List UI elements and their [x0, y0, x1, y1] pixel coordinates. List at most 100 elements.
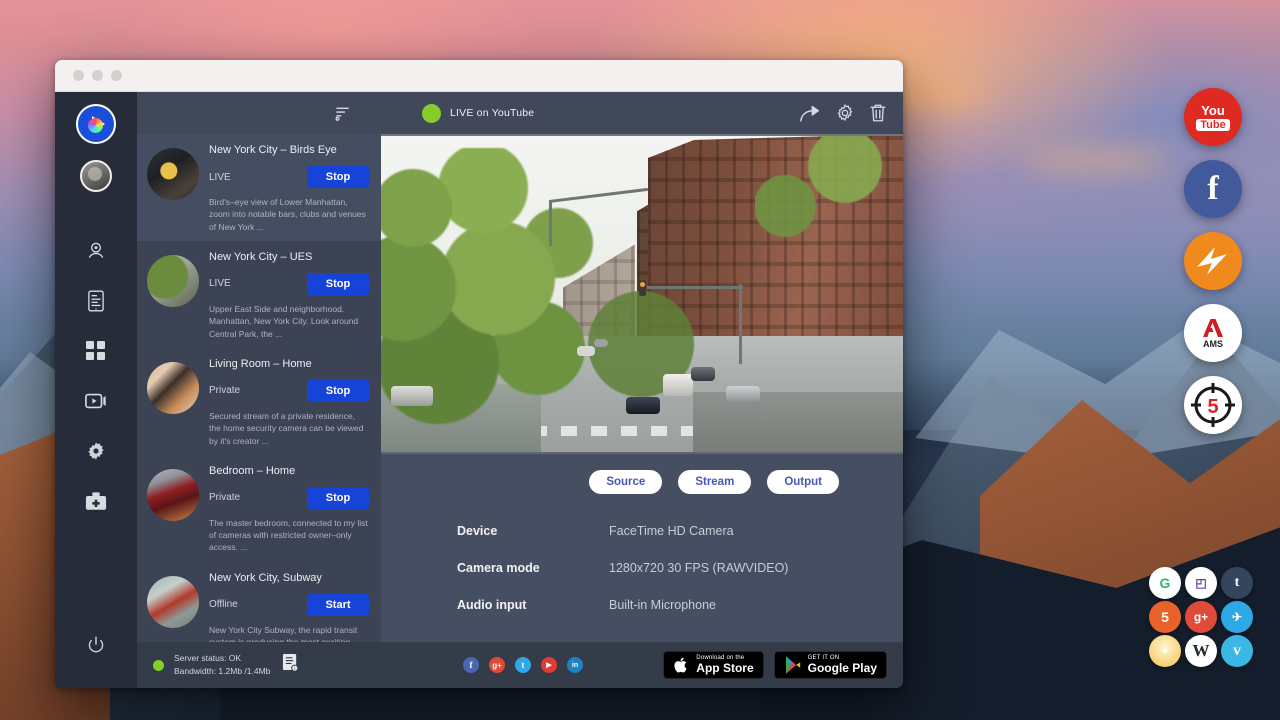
- app-toolbar: LIVE on YouTube: [137, 92, 903, 134]
- user-avatar[interactable]: [80, 160, 112, 192]
- wowza-bolt-icon: [1193, 241, 1233, 281]
- red5-mini-icon[interactable]: 5: [1149, 601, 1181, 633]
- youtube-icon[interactable]: ▶: [541, 657, 557, 673]
- gplus-mini-glyph: g+: [1194, 610, 1208, 624]
- wordpress-icon[interactable]: W: [1185, 635, 1217, 667]
- facebook-icon[interactable]: f: [463, 657, 479, 673]
- google-play-title: Google Play: [808, 662, 877, 675]
- linkedin-icon[interactable]: in: [567, 657, 583, 673]
- preview-car: [691, 367, 715, 381]
- camera-list-item[interactable]: New York City – Birds Eye LIVE Stop Bird…: [137, 134, 381, 241]
- gplus-glyph: g+: [492, 661, 502, 670]
- sort-icon: [335, 106, 352, 121]
- trash-icon: [869, 103, 887, 123]
- camera-title: Living Room – Home: [209, 358, 369, 370]
- camera-action-button[interactable]: Start: [307, 594, 369, 616]
- tumblr-icon[interactable]: t: [1221, 567, 1253, 599]
- youtube-dock-icon[interactable]: You Tube: [1184, 88, 1242, 146]
- camera-status: Private: [209, 385, 240, 396]
- camera-action-button[interactable]: Stop: [307, 273, 369, 295]
- source-spec-table: Device FaceTime HD Camera Camera mode 12…: [381, 494, 903, 635]
- spec-value-camera-mode: 1280x720 30 FPS (RAWVIDEO): [609, 561, 788, 575]
- gear-icon: [86, 441, 106, 461]
- gumroad-icon[interactable]: G: [1149, 567, 1181, 599]
- sort-button[interactable]: [335, 106, 352, 121]
- twitch-glyph: ◰: [1195, 576, 1206, 590]
- camera-list-panel: New York City – Birds Eye LIVE Stop Bird…: [137, 134, 381, 642]
- sidebar-item-power[interactable]: [73, 620, 119, 670]
- camera-detail-panel: Source Stream Output Device FaceTime HD …: [381, 134, 903, 642]
- camera-title: New York City – Birds Eye: [209, 144, 369, 156]
- facebook-dock-icon[interactable]: f: [1184, 160, 1242, 218]
- app-store-badge[interactable]: Download on the App Store: [663, 651, 763, 679]
- sidebar-item-settings[interactable]: [73, 426, 119, 476]
- google-play-icon: [784, 655, 802, 675]
- twitch-icon[interactable]: ◰: [1185, 567, 1217, 599]
- video-preview[interactable]: [381, 134, 903, 454]
- camera-thumbnail: [147, 148, 199, 200]
- twitter-icon[interactable]: t: [515, 657, 531, 673]
- sidebar-item-support[interactable]: [73, 476, 119, 526]
- camera-action-button[interactable]: Stop: [307, 487, 369, 509]
- camera-icon: [86, 241, 106, 261]
- camera-action-button[interactable]: Stop: [307, 380, 369, 402]
- zoom-button[interactable]: [111, 70, 122, 81]
- close-button[interactable]: [73, 70, 84, 81]
- preview-traffic-light: [639, 280, 646, 296]
- svg-text:5: 5: [1207, 396, 1218, 418]
- preview-traffic-pole: [739, 284, 742, 364]
- adobe-ams-label: AMS: [1203, 339, 1223, 349]
- sidebar-rail: [55, 92, 137, 688]
- spec-label-camera-mode: Camera mode: [457, 561, 609, 575]
- status-bar: Server status: OK Bandwidth: 1.2Mb /1.4M…: [137, 642, 903, 688]
- tab-source[interactable]: Source: [589, 470, 662, 494]
- sidebar-item-recordings[interactable]: [73, 376, 119, 426]
- bandwidth-text: Bandwidth: 1.2Mb /1.4Mb: [174, 665, 270, 678]
- toolbar-settings-button[interactable]: [835, 103, 855, 123]
- google-plus-mini-icon[interactable]: g+: [1185, 601, 1217, 633]
- linkedin-glyph: in: [572, 662, 578, 669]
- facebook-glyph: f: [470, 660, 473, 670]
- sidebar-item-devices[interactable]: [73, 276, 119, 326]
- camera-thumbnail: [147, 576, 199, 628]
- delete-button[interactable]: [869, 103, 887, 123]
- camera-action-button[interactable]: Stop: [307, 166, 369, 188]
- camera-list-item[interactable]: Living Room – Home Private Stop Secured …: [137, 348, 381, 455]
- google-play-badge[interactable]: GET IT ON Google Play: [774, 651, 887, 679]
- preview-car: [391, 386, 433, 406]
- log-button[interactable]: i: [282, 653, 299, 677]
- spec-row: Audio input Built-in Microphone: [457, 598, 903, 612]
- spec-row: Camera mode 1280x720 30 FPS (RAWVIDEO): [457, 561, 903, 575]
- tab-output[interactable]: Output: [767, 470, 839, 494]
- wordpress-glyph: W: [1193, 641, 1210, 661]
- tab-stream[interactable]: Stream: [678, 470, 751, 494]
- app-logo[interactable]: [76, 104, 116, 144]
- preview-car: [594, 339, 608, 347]
- vimeo-icon[interactable]: v: [1221, 635, 1253, 667]
- camera-thumbnail: [147, 362, 199, 414]
- preview-sidewalk-right: [693, 392, 903, 454]
- gumroad-glyph: G: [1160, 575, 1171, 591]
- minimize-button[interactable]: [92, 70, 103, 81]
- red5-dock-icon[interactable]: 5: [1184, 376, 1242, 434]
- live-indicator-dot: [422, 104, 441, 123]
- camera-description: Upper East Side and neighborhood. Manhat…: [209, 303, 369, 340]
- cloud-streak: [1020, 150, 1170, 170]
- server-status-group: Server status: OK Bandwidth: 1.2Mb /1.4M…: [153, 652, 453, 678]
- tumblr-glyph: t: [1235, 575, 1240, 591]
- camera-description: Bird's–eye view of Lower Manhattan, zoom…: [209, 196, 369, 233]
- sidebar-item-dashboard[interactable]: [73, 326, 119, 376]
- youtube-glyph: ▶: [546, 661, 551, 669]
- sidebar-item-cameras[interactable]: [73, 226, 119, 276]
- adobe-ams-dock-icon[interactable]: AMS: [1184, 304, 1242, 362]
- preview-traffic-amber: [640, 282, 645, 287]
- share-button[interactable]: [799, 104, 821, 123]
- twitter-mini-icon[interactable]: ✈: [1221, 601, 1253, 633]
- wowza-dock-icon[interactable]: [1184, 232, 1242, 290]
- camera-list-item[interactable]: New York City, Subway Offline Start New …: [137, 562, 381, 642]
- google-plus-icon[interactable]: g+: [489, 657, 505, 673]
- camera-list-item[interactable]: Bedroom – Home Private Stop The master b…: [137, 455, 381, 562]
- preview-trees-right: [755, 136, 885, 256]
- camera-list-item[interactable]: New York City – UES LIVE Stop Upper East…: [137, 241, 381, 348]
- flame-icon[interactable]: ●: [1149, 635, 1181, 667]
